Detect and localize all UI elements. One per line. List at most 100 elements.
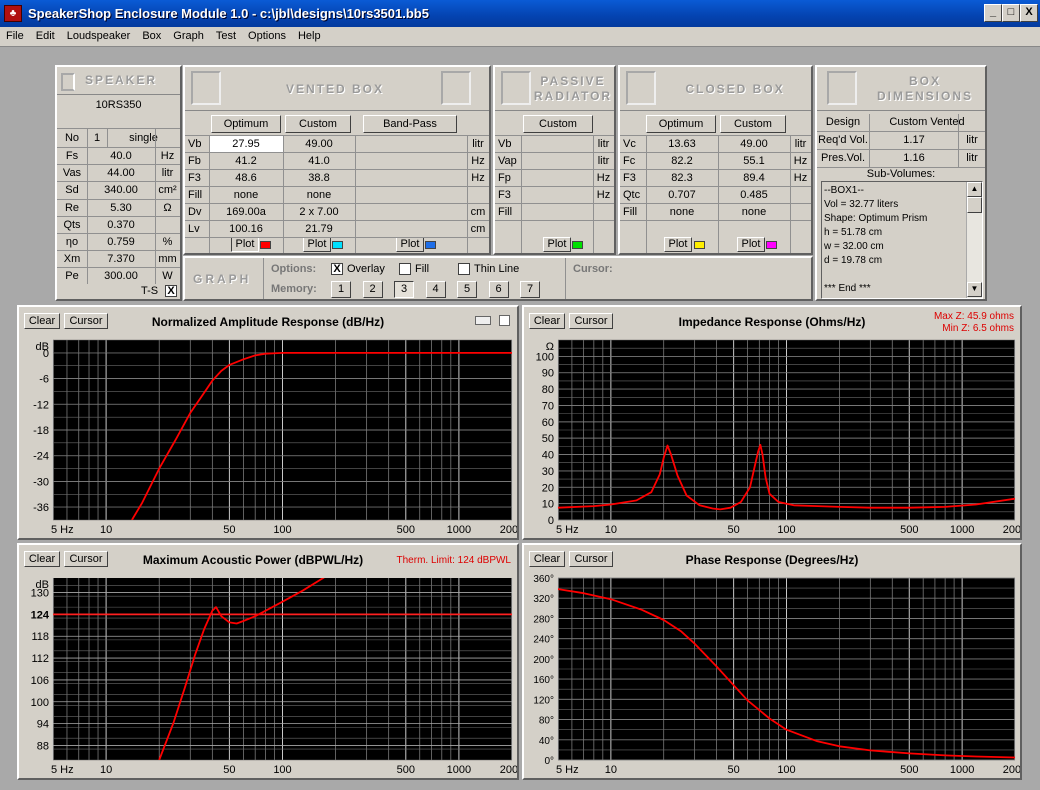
memory-button-1[interactable]: 1 — [331, 281, 351, 298]
menu-loudspeaker[interactable]: Loudspeaker — [60, 27, 136, 42]
speaker-param-value[interactable]: 0.759 — [87, 234, 155, 251]
closed-opt[interactable]: 82.2 — [646, 153, 718, 170]
cursor-readout-label: Cursor: — [573, 263, 613, 275]
design-value[interactable]: Custom Vented — [870, 114, 984, 131]
speaker-param-value[interactable]: 0.370 — [87, 217, 155, 234]
speaker-param-value[interactable]: 44.00 — [87, 165, 155, 182]
menu-edit[interactable]: Edit — [29, 27, 60, 42]
vented-cus[interactable]: 2 x 7.00 — [283, 204, 355, 221]
thin-line-checkbox[interactable] — [458, 263, 470, 275]
vented-opt[interactable]: 100.16 — [209, 221, 283, 238]
memory-button-4[interactable]: 4 — [425, 281, 446, 298]
amplitude-chart[interactable]: 0-6-12-18-24-30-365 Hz105010050010002000… — [19, 335, 517, 538]
vented-optimum-plot-button[interactable]: Plot — [231, 237, 259, 252]
vented-cus[interactable]: 21.79 — [283, 221, 355, 238]
x-tick-label: 50 — [728, 764, 740, 776]
passive-custom-button[interactable]: Custom — [523, 115, 593, 133]
closed-cus[interactable]: 55.1 — [718, 153, 790, 170]
closed-opt[interactable]: 82.3 — [646, 170, 718, 187]
phase-chart[interactable]: 0° 40° 80° 120° 160° 200° 240° 280° 320° 360° 5 Hz… — [524, 573, 1020, 778]
menu-test[interactable]: Test — [209, 27, 241, 42]
vented-cus[interactable]: 38.8 — [283, 170, 355, 187]
subvolumes-label: Sub-Volumes: — [866, 168, 936, 180]
scroll-down-icon[interactable]: ▼ — [967, 282, 982, 297]
memory-button-5[interactable]: 5 — [457, 281, 477, 298]
speaker-no-value[interactable]: 1 — [87, 130, 107, 147]
speaker-param-label: Fs — [65, 150, 79, 162]
x-tick-label: 100 — [777, 524, 795, 536]
memory-button-2[interactable]: 2 — [362, 281, 383, 298]
passive-plot-button[interactable]: Plot — [543, 237, 571, 252]
closed-custom-plot-button[interactable]: Plot — [737, 237, 765, 252]
closed-opt[interactable]: 0.707 — [646, 187, 718, 204]
vented-cus[interactable]: 41.0 — [283, 153, 355, 170]
memory-button-3[interactable]: 3 — [394, 281, 414, 298]
closed-opt[interactable]: 13.63 — [646, 136, 718, 153]
fill-checkbox[interactable] — [399, 263, 411, 275]
vented-opt[interactable]: 41.2 — [209, 153, 283, 170]
bandpass-plot-button[interactable]: Plot — [396, 237, 424, 252]
y-tick-label: -6 — [39, 374, 49, 386]
menu-options[interactable]: Options — [241, 27, 291, 42]
y-tick-label: 118 — [31, 631, 49, 643]
vented-opt[interactable]: 169.00a — [209, 204, 283, 221]
vented-cus[interactable]: none — [283, 187, 355, 204]
graph-options-panel: GRAPH Options: X Overlay Fill Thin Line … — [183, 256, 813, 301]
copy-icon[interactable] — [499, 315, 510, 326]
closed-cus[interactable]: 0.485 — [718, 187, 790, 204]
ts-checkbox[interactable]: X — [165, 285, 177, 297]
vented-label: Fill — [188, 189, 203, 201]
vented-custom-color — [332, 241, 343, 249]
y-tick-label: -36 — [33, 502, 49, 514]
closed-cus[interactable]: 89.4 — [718, 170, 790, 187]
vented-opt[interactable]: 27.95 — [209, 136, 283, 153]
speaker-param-value[interactable]: 300.00 — [87, 268, 155, 285]
subvolumes-list[interactable]: --BOX1-- Vol = 32.77 liters Shape: Optimum… — [821, 181, 983, 299]
vented-unit — [467, 187, 489, 204]
closed-opt[interactable]: none — [646, 204, 718, 221]
speaker-param-value[interactable]: 40.0 — [87, 148, 155, 165]
y-tick-label: -24 — [33, 451, 49, 463]
passive-unit: litr — [597, 155, 610, 167]
menu-file[interactable]: File — [0, 27, 29, 42]
y-tick-label: 320° — [533, 594, 554, 605]
speaker-param-label: Vas — [62, 167, 82, 180]
close-button[interactable]: X — [1020, 4, 1038, 22]
vented-opt[interactable]: 48.6 — [209, 170, 283, 187]
speaker-header: SPEAKER — [57, 67, 180, 95]
bandpass-button[interactable]: Band-Pass — [363, 115, 457, 133]
memory-button-7[interactable]: 7 — [520, 281, 540, 298]
menu-graph[interactable]: Graph — [166, 27, 209, 42]
speaker-param-value[interactable]: 5.30 — [87, 200, 155, 217]
menu-box[interactable]: Box — [135, 27, 166, 42]
app-icon[interactable]: ♣ — [4, 5, 22, 22]
power-chart[interactable]: 88941001061121181241305 Hz 10 50 100 500 1000… — [19, 573, 517, 778]
closed-cus[interactable]: 49.00 — [718, 136, 790, 153]
closed-cus[interactable]: none — [718, 204, 790, 221]
speaker-param-value[interactable]: 7.370 — [87, 251, 155, 268]
memory-button-6[interactable]: 6 — [488, 281, 509, 298]
vented-custom-plot-button[interactable]: Plot — [303, 237, 331, 252]
closed-custom-button[interactable]: Custom — [720, 115, 786, 133]
speaker-mode[interactable]: single — [107, 130, 180, 147]
vented-custom-button[interactable]: Custom — [285, 115, 351, 133]
vented-cus[interactable]: 49.00 — [283, 136, 355, 153]
speaker-name[interactable]: 10RS350 — [57, 97, 180, 125]
y-tick-label: 100 — [536, 351, 554, 363]
scroll-up-icon[interactable]: ▲ — [967, 182, 982, 197]
menu-help[interactable]: Help — [291, 27, 326, 42]
vented-optimum-button[interactable]: Optimum — [211, 115, 281, 133]
print-icon[interactable] — [475, 316, 491, 325]
subvolumes-scrollbar[interactable]: ▲ ▼ — [966, 182, 982, 298]
overlay-checkbox[interactable]: X — [331, 263, 343, 275]
scroll-thumb[interactable] — [967, 197, 982, 213]
minimize-button[interactable]: _ — [984, 4, 1002, 22]
bandpass-color — [425, 241, 436, 249]
impedance-chart[interactable]: 0 10 20 30 40 50 60 70 80 90 100 5 Hz 10 50 100 500 1000… — [524, 335, 1020, 538]
closed-optimum-plot-button[interactable]: Plot — [664, 237, 692, 252]
closed-optimum-button[interactable]: Optimum — [646, 115, 716, 133]
vented-opt[interactable]: none — [209, 187, 283, 204]
maximize-button[interactable]: □ — [1002, 4, 1020, 22]
speaker-param-value[interactable]: 340.00 — [87, 182, 155, 199]
vented-label: F3 — [188, 172, 201, 184]
